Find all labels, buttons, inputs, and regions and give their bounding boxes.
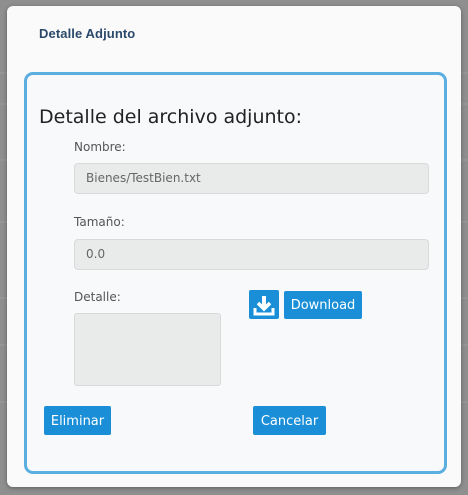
download-button[interactable]: Download bbox=[284, 291, 362, 319]
dialog-title: Detalle Adjunto bbox=[39, 26, 136, 41]
tamano-label: Tamaño: bbox=[74, 215, 125, 229]
tamano-field[interactable]: 0.0 bbox=[74, 239, 429, 270]
detalle-label: Detalle: bbox=[74, 290, 121, 304]
eliminar-button[interactable]: Eliminar bbox=[44, 406, 111, 435]
attachment-detail-panel: Detalle del archivo adjunto: Nombre: Bie… bbox=[24, 72, 447, 474]
detalle-textarea[interactable] bbox=[74, 313, 221, 386]
nombre-label: Nombre: bbox=[74, 140, 126, 154]
download-icon[interactable] bbox=[249, 290, 279, 319]
panel-heading: Detalle del archivo adjunto: bbox=[39, 106, 303, 128]
attachment-dialog: Detalle Adjunto Detalle del archivo adju… bbox=[7, 6, 461, 487]
nombre-field[interactable]: Bienes/TestBien.txt bbox=[74, 163, 429, 194]
cancelar-button[interactable]: Cancelar bbox=[253, 406, 326, 435]
